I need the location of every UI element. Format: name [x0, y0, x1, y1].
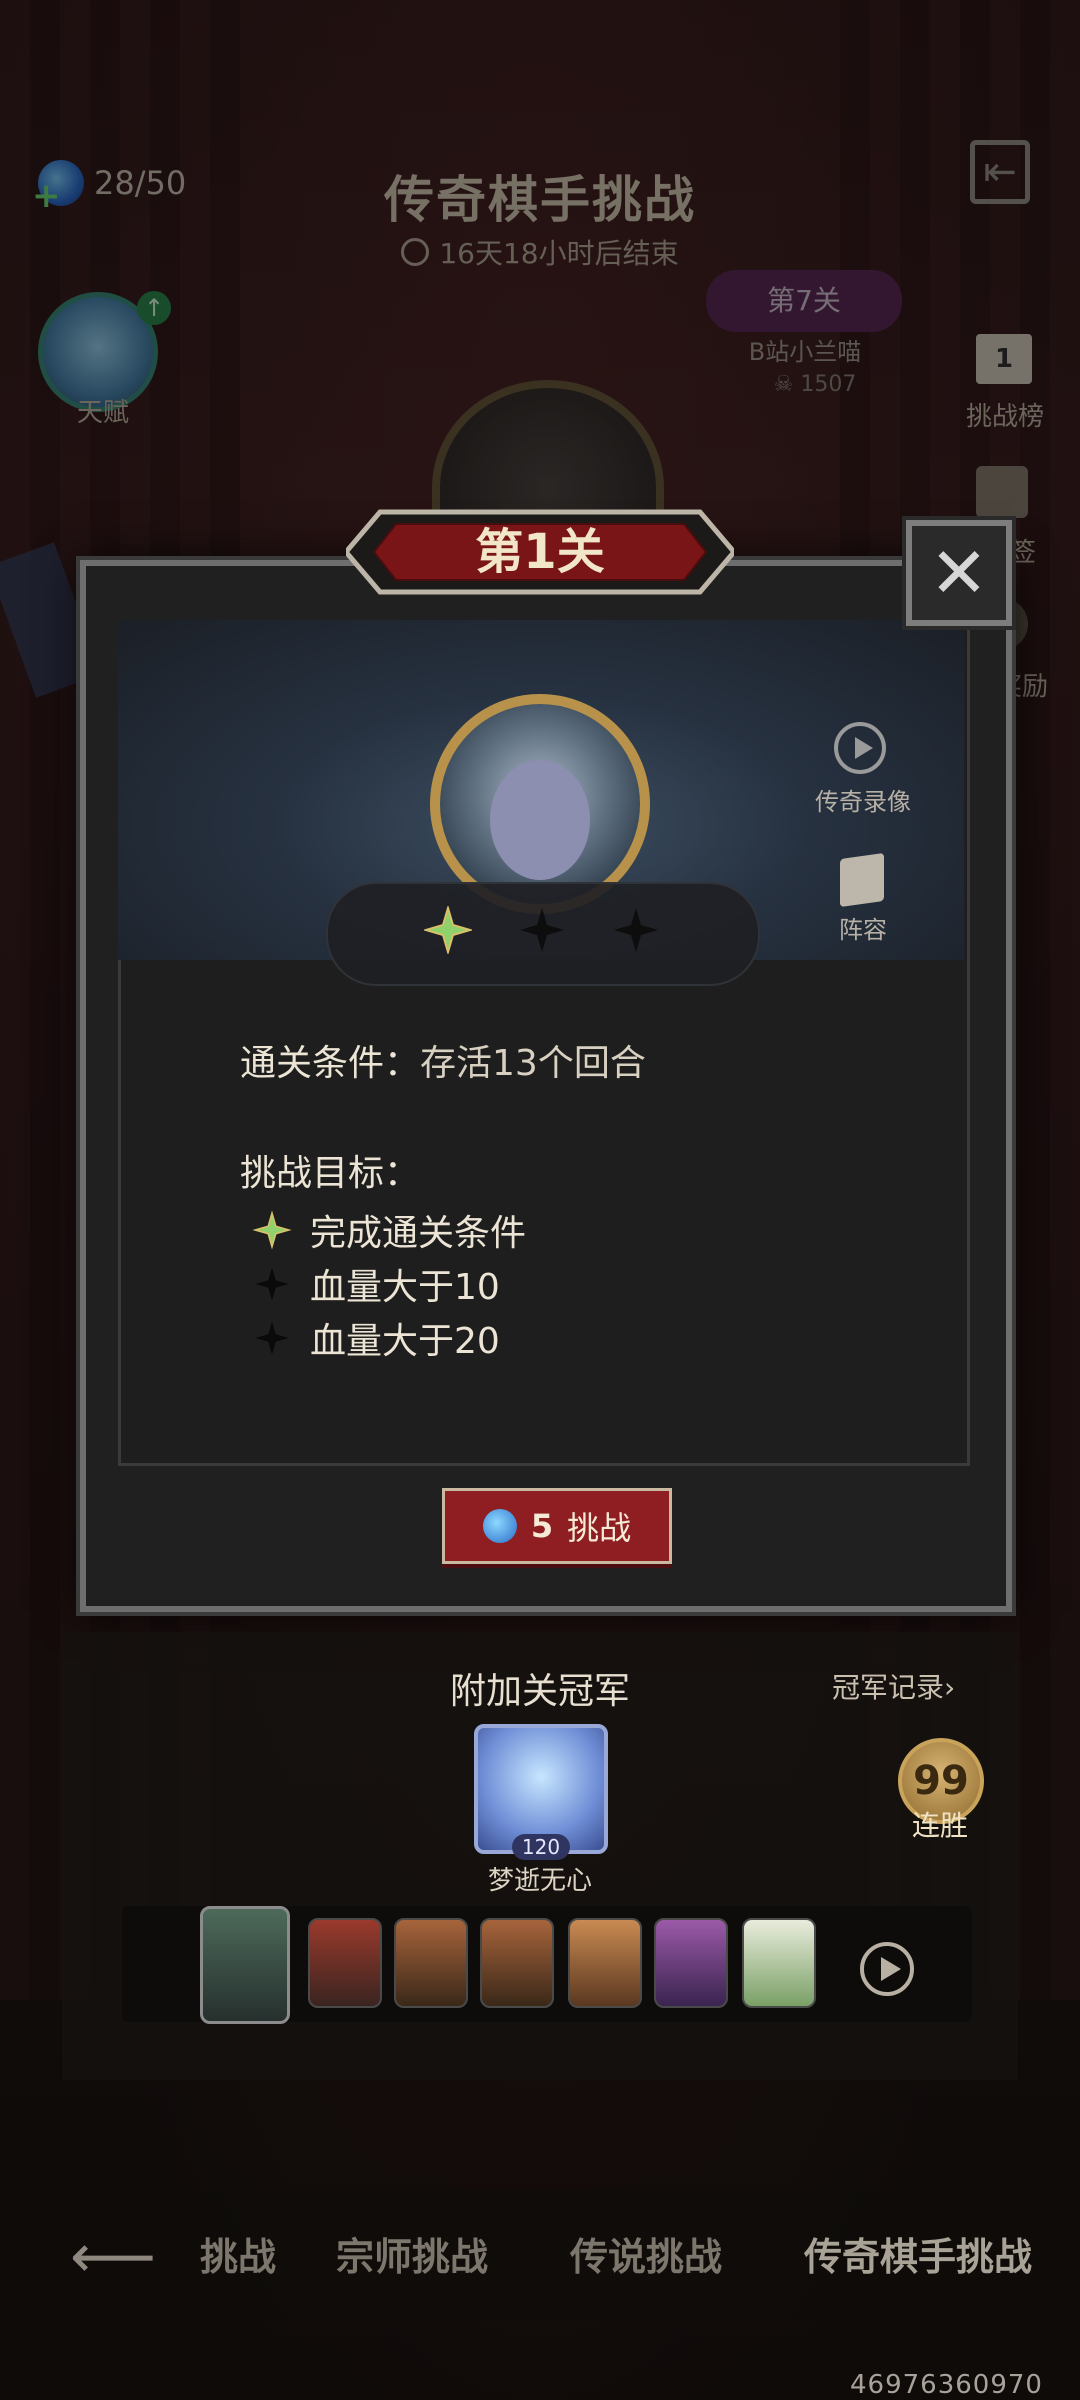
champion-replay-icon[interactable]	[860, 1942, 914, 1996]
team-unit-portrait[interactable]	[742, 1918, 816, 2008]
clear-condition-label: 通关条件：	[240, 1043, 421, 1084]
potion-icon	[482, 1509, 517, 1543]
goal-item: 血量大于10	[252, 1258, 500, 1310]
legend-replay-label[interactable]: 传奇录像	[808, 782, 918, 817]
star-empty-icon	[614, 908, 658, 952]
star-earned-icon	[424, 906, 472, 954]
star-empty-icon	[255, 1267, 289, 1301]
goal-item: 血量大于20	[252, 1312, 500, 1364]
clear-condition-value: 存活13个回合	[420, 1043, 646, 1084]
tab-legendary-player-challenge[interactable]: 传奇棋手挑战	[804, 2226, 1032, 2281]
team-unit-portrait[interactable]	[654, 1918, 728, 2008]
team-unit-portrait[interactable]	[568, 1918, 642, 2008]
goal-text: 血量大于10	[310, 1267, 500, 1308]
streak-label: 连胜	[911, 1809, 968, 1842]
champion-record-link[interactable]: 冠军记录›	[832, 1666, 955, 1706]
close-icon: ✕	[929, 532, 989, 614]
stage-title: 第1关	[475, 524, 605, 580]
back-arrow-icon[interactable]: ⟵	[70, 2222, 156, 2292]
goal-text: 完成通关条件	[310, 1213, 527, 1254]
champion-name: 梦逝无心	[487, 1866, 592, 1896]
goals-title: 挑战目标：	[240, 1153, 421, 1194]
star-earned-icon	[252, 1210, 292, 1250]
lineup-book-icon[interactable]	[840, 852, 884, 908]
challenge-cost: 5	[530, 1507, 554, 1545]
team-unit-portrait[interactable]	[308, 1918, 382, 2008]
tab-master-challenge[interactable]: 宗师挑战	[336, 2226, 488, 2281]
champion-level: 120	[512, 1834, 570, 1860]
challenge-button[interactable]: 5 挑战	[442, 1488, 672, 1564]
goal-item: 完成通关条件	[252, 1204, 526, 1256]
team-unit-portrait[interactable]	[394, 1918, 468, 2008]
star-empty-icon	[520, 908, 564, 952]
tab-legend-challenge[interactable]: 传说挑战	[570, 2226, 722, 2281]
boss-face	[490, 760, 590, 880]
team-unit-portrait[interactable]	[200, 1906, 290, 2024]
team-unit-portrait[interactable]	[480, 1918, 554, 2008]
lineup-label[interactable]: 阵容	[808, 910, 918, 945]
replay-icon[interactable]	[834, 722, 886, 774]
star-empty-icon	[255, 1321, 289, 1355]
challenge-label: 挑战	[567, 1509, 632, 1547]
close-button[interactable]: ✕	[906, 520, 1012, 626]
user-id: 46976360970	[850, 2370, 1043, 2400]
goal-text: 血量大于20	[310, 1321, 500, 1362]
clear-condition: 通关条件：存活13个回合	[240, 1034, 646, 1086]
tab-partial[interactable]: 挑战	[200, 2226, 276, 2281]
